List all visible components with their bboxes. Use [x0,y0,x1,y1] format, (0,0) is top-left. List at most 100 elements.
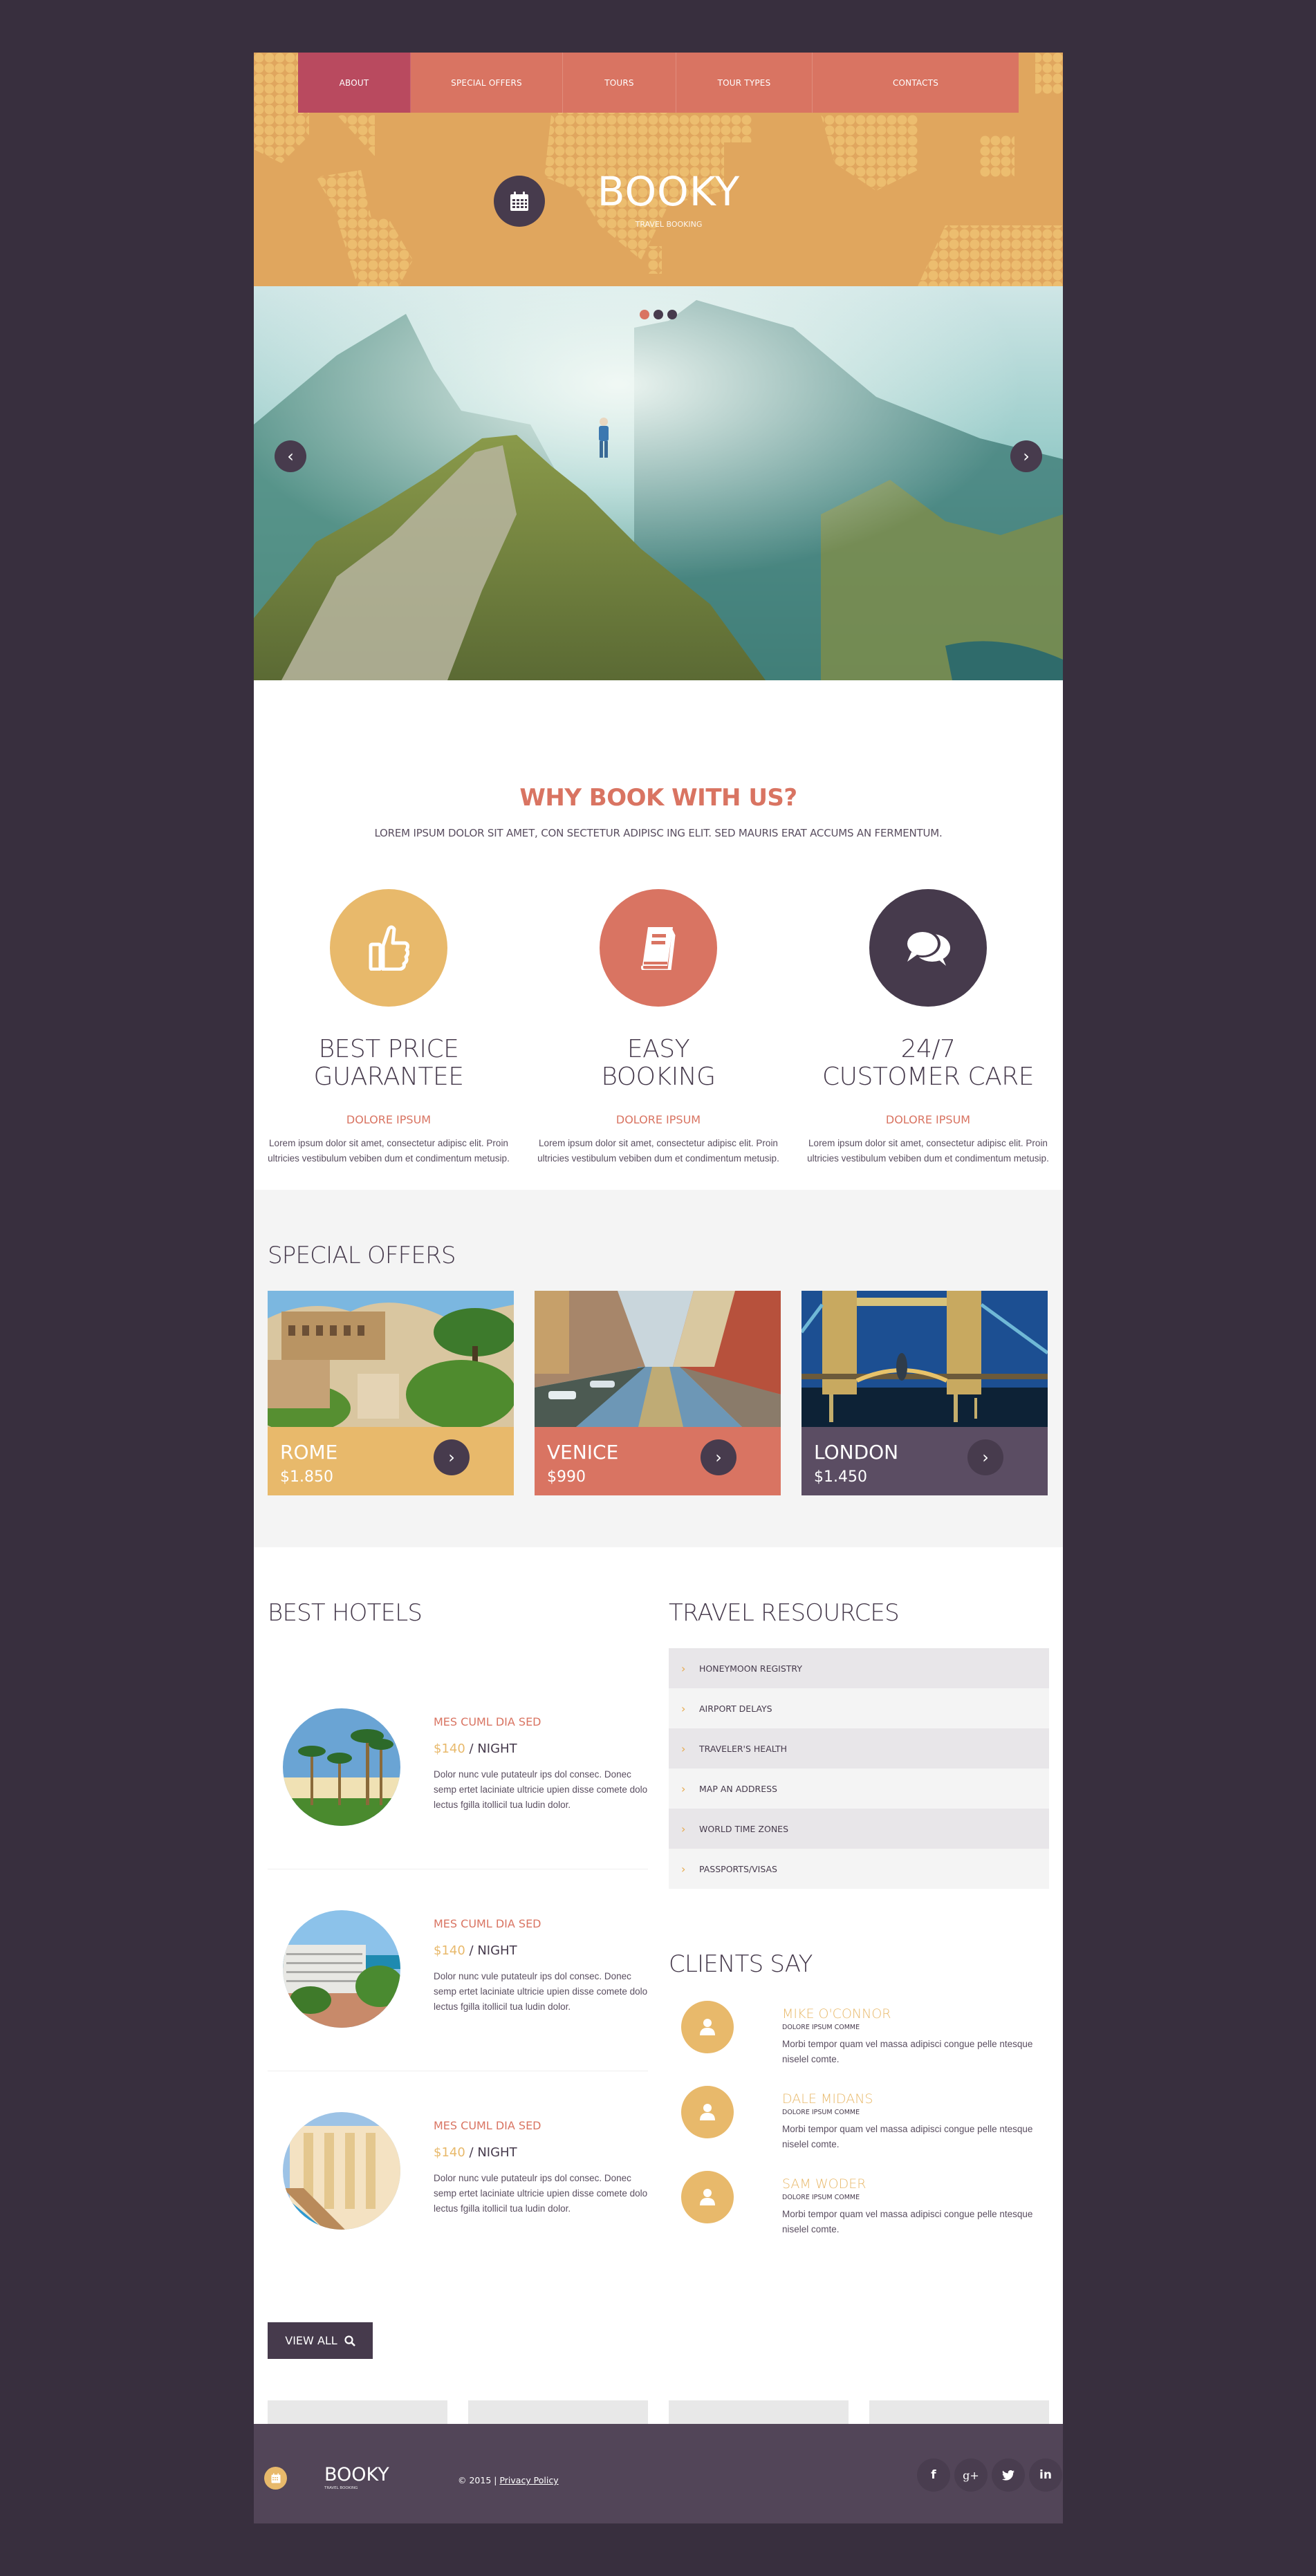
resource-link[interactable]: › TRAVELER'S HEALTH [669,1728,1049,1768]
offer-go-button[interactable]: › [701,1439,736,1475]
header: ABOUT SPECIAL OFFERS TOURS TOUR TYPES CO… [254,53,1063,286]
logo-badge[interactable] [494,176,545,227]
beach-hotel-photo[interactable] [283,1910,400,2028]
google-plus-button[interactable]: g+ [954,2458,988,2492]
nav-tours[interactable]: TOURS [563,53,676,113]
client-name: DALE MIDANS [782,2091,873,2107]
chevron-right-icon: › [681,1701,686,1715]
resource-link[interactable]: › HONEYMOON REGISTRY [669,1648,1049,1688]
offer-card-rome[interactable]: ROME $1.850 › [268,1291,514,1495]
tower-bridge-photo [801,1291,1048,1427]
client-quote: Morbi tempor quam vel massa adipisci con… [782,2039,1033,2064]
twitter-icon [1002,2470,1014,2481]
avatar [681,2001,734,2053]
footer-title[interactable]: BOOKY [324,2464,389,2485]
view-all-button[interactable]: VIEW ALL [268,2322,373,2359]
calendar-icon [510,192,528,211]
book-icon [641,927,676,970]
feature-icon-circle [869,889,987,1007]
hotel-name[interactable]: MES CUML DIA SED [434,2119,541,2132]
calendar-icon [271,2473,280,2483]
nav-tour-types[interactable]: TOUR TYPES [676,53,813,113]
chevron-right-icon: › [715,1448,722,1467]
site-title[interactable]: BOOKY [586,169,752,214]
slider-dot[interactable] [667,310,677,319]
chevron-right-icon: › [982,1448,989,1467]
offer-info-bar: LONDON $1.450 › [801,1427,1048,1495]
google-plus-icon: g+ [963,2468,979,2482]
client-role: DOLORE IPSUM COMME [782,2109,860,2116]
chevron-right-icon: › [681,1862,686,1876]
hotel-description: Dolor nunc vule putateulr ips dol consec… [434,2173,648,2214]
user-icon [700,2104,715,2120]
feature-text: Lorem ipsum dolor sit amet, consectetur … [268,1138,510,1164]
hotel-name[interactable]: MES CUML DIA SED [434,1917,541,1930]
nav-contacts[interactable]: CONTACTS [813,53,1019,113]
slider-prev-button[interactable]: ‹ [275,440,306,472]
client-name: MIKE O'CONNOR [782,2006,891,2022]
chevron-right-icon: › [448,1448,455,1467]
palm-hotel-photo[interactable] [283,1708,400,1826]
offer-city: VENICE [547,1441,619,1464]
feature-icon-circle [330,889,447,1007]
hotel-description: Dolor nunc vule putateulr ips dol consec… [434,1971,648,2012]
chevron-right-icon: › [681,1822,686,1836]
slider-dot[interactable] [654,310,663,319]
offer-go-button[interactable]: › [434,1439,470,1475]
footer-logo-badge[interactable] [264,2467,287,2490]
view-all-label: VIEW ALL [285,2334,337,2347]
section-subtitle: LOREM IPSUM DOLOR SIT AMET, CON SECTETUR… [374,827,943,839]
site-tagline: TRAVEL BOOKING [635,220,703,229]
mountain-hiker-photo [254,286,1063,680]
facebook-button[interactable]: f [917,2458,950,2492]
canal-photo [535,1291,781,1427]
resources-list: › HONEYMOON REGISTRY › AIRPORT DELAYS › TRA… [669,1648,1049,1889]
copyright: © 2015 | Privacy Policy [458,2475,559,2485]
avatar [681,2086,734,2138]
feature-subtitle: DOLORE IPSUM [346,1113,432,1126]
nav-about[interactable]: ABOUT [298,53,411,113]
resource-link[interactable]: › AIRPORT DELAYS [669,1688,1049,1728]
pool-hotel-photo[interactable] [283,2112,400,2230]
offer-city: ROME [280,1441,338,1464]
hotel-name[interactable]: MES CUML DIA SED [434,1715,541,1728]
offer-card-london[interactable]: LONDON $1.450 › [801,1291,1048,1495]
main-nav: ABOUT SPECIAL OFFERS TOURS TOUR TYPES CO… [298,53,1019,113]
section-title: CLIENTS SAY [669,1950,813,1978]
why-book-section: WHY BOOK WITH US? LOREM IPSUM DOLOR SIT … [254,680,1063,1190]
chevron-left-icon: ‹ [287,447,294,466]
offers-row: ROME $1.850 › VENICE $990 › LONDON $1.45… [268,1291,1048,1495]
offer-card-venice[interactable]: VENICE $990 › [535,1291,781,1495]
features-row: BEST PRICE GUARANTEE DOLORE IPSUM Lorem i… [254,889,1063,1166]
feature-title: 24/7 CUSTOMER CARE [822,1035,1034,1091]
offer-price: $1.850 [280,1468,333,1486]
slider-dot[interactable] [640,310,649,319]
slider-next-button[interactable]: › [1010,440,1042,472]
resource-link[interactable]: › WORLD TIME ZONES [669,1809,1049,1849]
nav-special-offers[interactable]: SPECIAL OFFERS [411,53,563,113]
chevron-right-icon: › [681,1782,686,1795]
linkedin-button[interactable]: in [1029,2458,1062,2492]
section-title: WHY BOOK WITH US? [519,784,797,812]
privacy-policy-link[interactable]: Privacy Policy [499,2475,558,2485]
linkedin-icon: in [1039,2468,1052,2482]
section-title: SPECIAL OFFERS [268,1242,456,1269]
resource-link[interactable]: › MAP AN ADDRESS [669,1768,1049,1809]
slider-pagination [640,310,677,319]
chevron-right-icon: › [681,1661,686,1675]
chat-bubbles-icon [905,930,950,966]
social-links: f g+ in [917,2458,1062,2492]
feature-best-price: BEST PRICE GUARANTEE DOLORE IPSUM Lorem i… [254,889,523,1166]
feature-subtitle: DOLORE IPSUM [615,1113,701,1126]
offer-price: $1.450 [814,1468,867,1486]
feature-easy-booking: EASY BOOKING DOLORE IPSUM Lorem ipsum dol… [523,889,793,1166]
avatar [681,2171,734,2223]
resource-link[interactable]: › PASSPORTS/VISAS [669,1849,1049,1889]
offer-go-button[interactable]: › [967,1439,1003,1475]
chevron-right-icon: › [681,1742,686,1755]
client-name: SAM WODER [782,2176,866,2192]
twitter-button[interactable] [992,2458,1025,2492]
feature-customer-care: 24/7 CUSTOMER CARE DOLORE IPSUM Lorem ips… [793,889,1063,1166]
client-role: DOLORE IPSUM COMME [782,2194,860,2201]
copyright-text: © 2015 | [458,2475,500,2485]
